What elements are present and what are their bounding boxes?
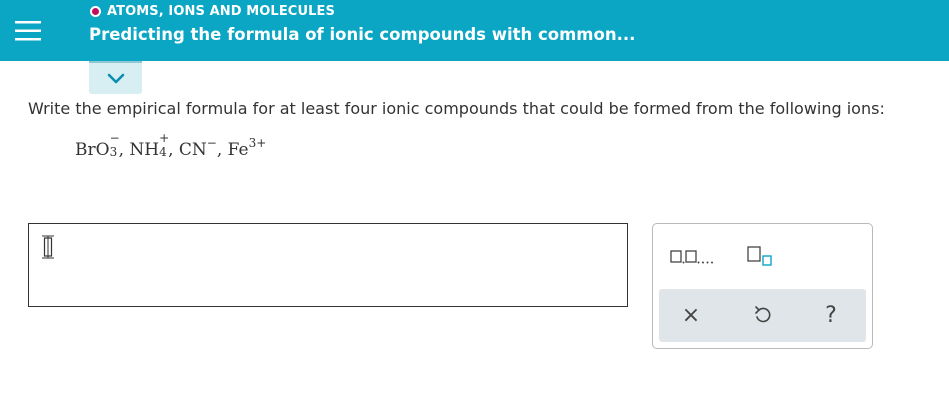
menu-button[interactable] [0, 0, 56, 61]
ion-iron: Fe3+ [227, 136, 267, 160]
page-title: Predicting the formula of ionic compound… [89, 25, 636, 44]
ion-base: CN [178, 140, 207, 160]
help-icon: ? [825, 302, 837, 328]
list-template-icon [670, 250, 713, 264]
subscript-template-button[interactable] [741, 242, 781, 270]
ion-base: NH [129, 140, 160, 160]
ion-ammonium: NH +4 [129, 131, 169, 160]
help-button[interactable]: ? [809, 295, 853, 335]
ion-charge: 3+ [248, 136, 267, 150]
topic-label: ATOMS, IONS AND MOLECULES [107, 4, 335, 19]
undo-icon [755, 306, 771, 323]
topic-status-dot [90, 6, 101, 17]
subscript-template-icon [747, 246, 772, 266]
ion-subscript: 3 [109, 145, 118, 159]
ion-charge: + [159, 131, 170, 145]
topic-heading: ATOMS, IONS AND MOLECULES [90, 3, 335, 20]
close-icon: × [681, 302, 701, 328]
list-template-button[interactable]: □,□,... [667, 242, 719, 270]
ion-charge: − [206, 136, 217, 150]
clear-button[interactable]: × [669, 295, 713, 335]
ion-separator: , [216, 140, 228, 160]
text-cursor-icon [42, 235, 54, 259]
undo-button[interactable] [741, 295, 785, 335]
ion-base: Fe [227, 140, 249, 160]
math-palette: □,□,... × ? [652, 223, 873, 349]
ion-charge: − [109, 131, 120, 145]
ion-cyanide: CN− [178, 136, 217, 160]
hamburger-icon [15, 20, 41, 40]
ion-subscript: 4 [159, 145, 167, 159]
palette-actions: × ? [659, 289, 866, 342]
expand-tab-button[interactable] [89, 61, 142, 94]
ion-bromate: BrO −3 [75, 131, 120, 160]
header-bar: ATOMS, IONS AND MOLECULES Predicting the… [0, 0, 949, 61]
ion-separator: , [168, 140, 179, 160]
ion-base: BrO [75, 140, 110, 160]
ion-separator: , [118, 140, 130, 160]
question-prompt: Write the empirical formula for at least… [28, 99, 885, 118]
chevron-down-icon [107, 73, 124, 84]
ion-list: BrO −3, NH +4, CN−, Fe3+ [75, 131, 267, 160]
answer-input[interactable] [28, 223, 628, 307]
